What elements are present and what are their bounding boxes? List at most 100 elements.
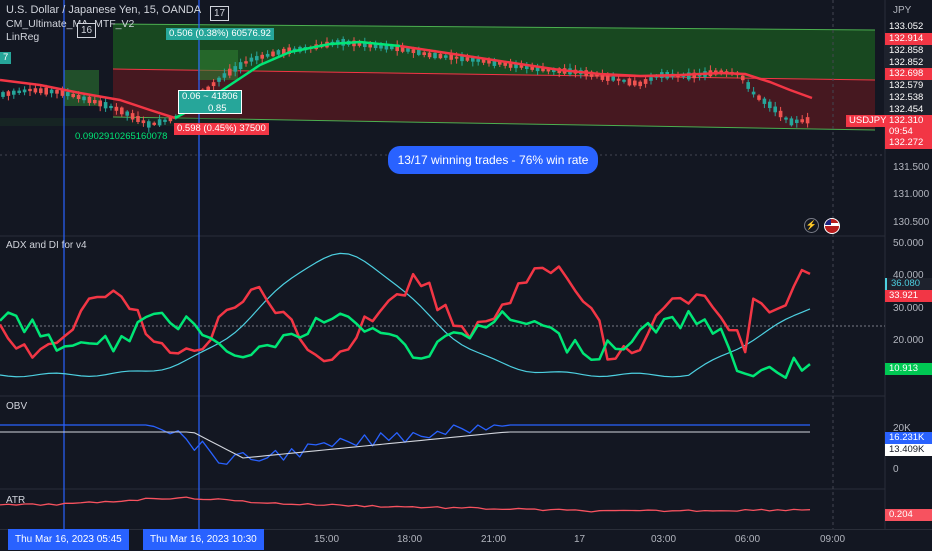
di-plus-value-tag: 10.913 bbox=[885, 363, 932, 375]
candle-body bbox=[778, 110, 783, 118]
bar-marker: 16 bbox=[77, 23, 97, 38]
candle-body bbox=[82, 96, 86, 101]
price-tag: 132.538 bbox=[885, 92, 932, 104]
candle-body bbox=[762, 98, 767, 104]
candle-body bbox=[449, 54, 453, 60]
candle-body bbox=[76, 94, 81, 99]
candle-body bbox=[120, 107, 124, 115]
trade-label-line: 0.85 bbox=[208, 103, 227, 114]
chart-canvas[interactable] bbox=[0, 0, 932, 550]
candle-body bbox=[12, 90, 16, 95]
candle-body bbox=[163, 119, 167, 122]
candle-body bbox=[39, 88, 43, 94]
candle-body bbox=[87, 96, 92, 103]
candle-body bbox=[255, 56, 259, 61]
lightning-icon[interactable]: ⚡ bbox=[804, 218, 819, 233]
candle-body bbox=[638, 81, 642, 87]
trade-label: 0.506 (0.38%) 60576.92 bbox=[166, 28, 274, 40]
adx-pane-label[interactable]: ADX and DI for v4 bbox=[6, 240, 87, 251]
candle-body bbox=[238, 62, 243, 70]
candle-body bbox=[93, 100, 97, 104]
us-flag-icon[interactable] bbox=[824, 218, 840, 234]
candle-body bbox=[433, 52, 437, 59]
candle-body bbox=[422, 52, 426, 56]
candle-body bbox=[114, 106, 119, 111]
candle-body bbox=[649, 77, 653, 81]
candle-body bbox=[249, 57, 254, 62]
candle-body bbox=[244, 61, 248, 64]
candle-body bbox=[465, 57, 470, 61]
candle-body bbox=[71, 93, 75, 98]
candle-body bbox=[98, 100, 102, 107]
atr-line bbox=[0, 496, 811, 513]
indicator-linreg-label[interactable]: LinReg bbox=[6, 31, 39, 43]
trade-label: 0.0902910265160078 bbox=[75, 131, 168, 142]
price-tag: 132.698 bbox=[885, 68, 932, 80]
atr-line bbox=[0, 496, 811, 513]
candle-body bbox=[233, 66, 237, 72]
candle-body bbox=[795, 119, 799, 124]
obv-value-tag: 16.231K bbox=[885, 432, 932, 444]
time-tick: 17 bbox=[574, 534, 586, 545]
candle-body bbox=[217, 77, 221, 82]
candle-body bbox=[768, 101, 772, 109]
candle-body bbox=[417, 49, 421, 55]
adx-lines bbox=[0, 252, 811, 379]
time-tick: 03:00 bbox=[651, 534, 677, 545]
atr-pane-label[interactable]: ATR bbox=[6, 495, 25, 506]
candle-body bbox=[103, 102, 108, 109]
price-tag: 133.052 bbox=[889, 21, 924, 32]
price-tag: 132.272 bbox=[885, 137, 932, 149]
candle-body bbox=[265, 53, 270, 57]
candle-body bbox=[44, 87, 48, 95]
candle-body bbox=[211, 82, 216, 87]
trade-label: 0.06 ~ 41806 0.85 bbox=[178, 90, 242, 114]
candle-body bbox=[276, 50, 281, 55]
symbol-title[interactable]: U.S. Dollar / Japanese Yen, 15, OANDA bbox=[6, 4, 201, 16]
candle-body bbox=[157, 119, 162, 126]
price-tag: 132.914 bbox=[885, 33, 932, 45]
candle-body bbox=[427, 52, 432, 58]
candle-body bbox=[773, 106, 777, 113]
cursor-time-label: Thu Mar 16, 2023 10:30 bbox=[143, 529, 264, 550]
candle-body bbox=[22, 89, 27, 93]
time-tick: 18:00 bbox=[397, 534, 423, 545]
candle-body bbox=[751, 91, 756, 95]
cursor-time-label: Thu Mar 16, 2023 05:45 bbox=[8, 529, 129, 550]
candle-body bbox=[789, 118, 794, 126]
candle-body bbox=[136, 116, 140, 122]
trade-label: 0.598 (0.45%) 37500 bbox=[174, 123, 269, 135]
candle-body bbox=[633, 80, 637, 86]
candle-body bbox=[33, 88, 38, 93]
candle-body bbox=[125, 111, 129, 116]
candle-body bbox=[17, 90, 21, 93]
candle-body bbox=[141, 120, 146, 124]
candle-body bbox=[741, 75, 745, 81]
indicator-ma-label[interactable]: CM_Ultimate_MA_MTF_V2 bbox=[6, 18, 134, 30]
obv-line bbox=[0, 424, 810, 465]
obv-lines bbox=[0, 424, 810, 465]
candle-body bbox=[784, 117, 788, 120]
candle-body bbox=[411, 49, 416, 54]
obv-pane-label[interactable]: OBV bbox=[6, 401, 27, 412]
time-tick: 09:00 bbox=[820, 534, 846, 545]
candle-body bbox=[746, 82, 750, 89]
price-tick: 131.500 bbox=[893, 162, 930, 173]
time-tick: 06:00 bbox=[735, 534, 761, 545]
candle-body bbox=[444, 55, 448, 58]
di-minus-value-tag: 33.921 bbox=[885, 290, 932, 302]
time-axis[interactable] bbox=[0, 529, 932, 551]
candle-body bbox=[643, 79, 648, 84]
price-tag: 132.858 bbox=[885, 45, 932, 57]
trade-box-profit bbox=[198, 50, 238, 80]
price-tick: 131.000 bbox=[893, 189, 930, 200]
candle-body bbox=[222, 73, 227, 78]
candle-body bbox=[152, 122, 156, 125]
currency-label: JPY bbox=[893, 5, 912, 16]
candle-body bbox=[109, 105, 113, 109]
symbol-tag: USDJPY bbox=[846, 115, 890, 127]
candle-body bbox=[130, 113, 135, 120]
adx-tick: 50.000 bbox=[893, 238, 924, 249]
candle-body bbox=[481, 59, 486, 63]
candle-body bbox=[6, 91, 11, 96]
